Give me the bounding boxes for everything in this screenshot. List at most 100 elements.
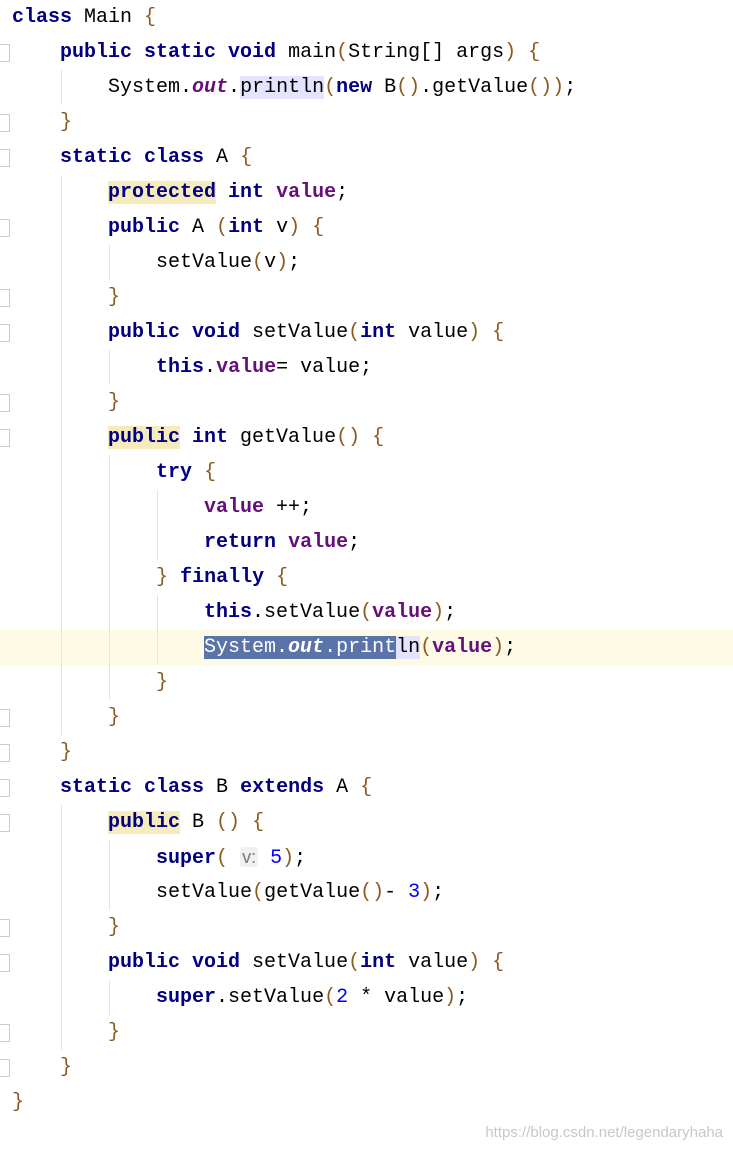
code-line[interactable]: protected int value; — [0, 175, 733, 210]
code-token: out — [288, 636, 325, 659]
code-token: ++; — [264, 496, 313, 519]
code-token: ( — [216, 216, 229, 239]
code-token: .getValue — [420, 76, 529, 99]
indent-guide — [61, 525, 62, 560]
code-token: value — [396, 321, 469, 344]
code-token: public void — [108, 321, 241, 344]
code-token: { — [528, 41, 541, 64]
indent-guide — [61, 630, 62, 665]
code-token: class — [12, 6, 73, 29]
indent-guide — [61, 385, 62, 420]
fold-marker-icon[interactable] — [0, 919, 10, 937]
code-token: () — [396, 76, 421, 99]
code-line[interactable]: value ++; — [0, 490, 733, 525]
code-line[interactable]: } — [0, 385, 733, 420]
code-line[interactable]: super( v: 5); — [0, 840, 733, 875]
code-token: { — [144, 6, 157, 29]
fold-marker-icon[interactable] — [0, 394, 10, 412]
code-token: B — [372, 76, 397, 99]
code-line[interactable]: static class A { — [0, 140, 733, 175]
code-line[interactable]: public int getValue() { — [0, 420, 733, 455]
indent-guide — [61, 700, 62, 735]
code-token: getValue — [264, 881, 361, 904]
code-line[interactable]: public void setValue(int value) { — [0, 945, 733, 980]
code-line[interactable]: public B () { — [0, 805, 733, 840]
fold-marker-icon[interactable] — [0, 324, 10, 342]
fold-marker-icon[interactable] — [0, 149, 10, 167]
code-line[interactable]: System.out.println(new B().getValue()); — [0, 70, 733, 105]
code-token: } — [12, 1091, 25, 1114]
code-line[interactable]: } — [0, 1085, 733, 1120]
code-line[interactable]: } — [0, 665, 733, 700]
code-token: System. — [108, 76, 193, 99]
code-line[interactable]: } — [0, 700, 733, 735]
fold-marker-icon[interactable] — [0, 429, 10, 447]
fold-marker-icon[interactable] — [0, 709, 10, 727]
fold-marker-icon[interactable] — [0, 814, 10, 832]
code-token: { — [492, 951, 505, 974]
code-token: ( — [360, 601, 373, 624]
code-line[interactable]: return value; — [0, 525, 733, 560]
code-line[interactable]: public A (int v) { — [0, 210, 733, 245]
code-token: this — [204, 601, 253, 624]
code-token: public — [108, 426, 181, 449]
fold-marker-icon[interactable] — [0, 744, 10, 762]
code-line[interactable]: super.setValue(2 * value); — [0, 980, 733, 1015]
code-token: protected — [108, 181, 217, 204]
code-editor[interactable]: class Main { public static void main(Str… — [0, 0, 733, 1120]
code-line[interactable]: } finally { — [0, 560, 733, 595]
code-line[interactable]: setValue(getValue()- 3); — [0, 875, 733, 910]
indent-guide — [109, 525, 110, 560]
code-line[interactable]: } — [0, 1050, 733, 1085]
code-line[interactable]: static class B extends A { — [0, 770, 733, 805]
fold-marker-icon[interactable] — [0, 779, 10, 797]
code-line[interactable]: } — [0, 735, 733, 770]
code-token: () — [360, 881, 385, 904]
code-token: value — [372, 601, 433, 624]
indent-guide — [109, 595, 110, 630]
code-line[interactable]: class Main { — [0, 0, 733, 35]
code-line[interactable]: public static void main(String[] args) { — [0, 35, 733, 70]
fold-marker-icon[interactable] — [0, 219, 10, 237]
code-token: . — [228, 76, 241, 99]
fold-marker-icon[interactable] — [0, 1024, 10, 1042]
code-line[interactable]: this.setValue(value); — [0, 595, 733, 630]
code-token: } — [156, 671, 169, 694]
fold-marker-icon[interactable] — [0, 1059, 10, 1077]
code-token: } — [108, 286, 121, 309]
code-line[interactable]: } — [0, 105, 733, 140]
code-token: return — [204, 531, 277, 554]
code-token: public — [108, 216, 181, 239]
code-token: ( — [348, 951, 361, 974]
code-line[interactable]: try { — [0, 455, 733, 490]
fold-marker-icon[interactable] — [0, 954, 10, 972]
code-token: int — [216, 181, 265, 204]
code-token: { — [276, 566, 289, 589]
indent-guide — [157, 595, 158, 630]
code-line[interactable]: System.out.println(value); — [0, 630, 733, 665]
fold-marker-icon[interactable] — [0, 114, 10, 132]
code-line[interactable]: } — [0, 910, 733, 945]
fold-marker-icon[interactable] — [0, 289, 10, 307]
indent-guide — [61, 945, 62, 980]
indent-guide — [109, 490, 110, 525]
code-line[interactable]: } — [0, 1015, 733, 1050]
code-line[interactable]: } — [0, 280, 733, 315]
indent-guide — [61, 420, 62, 455]
code-line[interactable]: this.value= value; — [0, 350, 733, 385]
code-line[interactable]: setValue(v); — [0, 245, 733, 280]
code-token: ; — [336, 181, 349, 204]
fold-marker-icon[interactable] — [0, 44, 10, 62]
code-token: value — [216, 356, 277, 379]
code-line[interactable]: public void setValue(int value) { — [0, 315, 733, 350]
